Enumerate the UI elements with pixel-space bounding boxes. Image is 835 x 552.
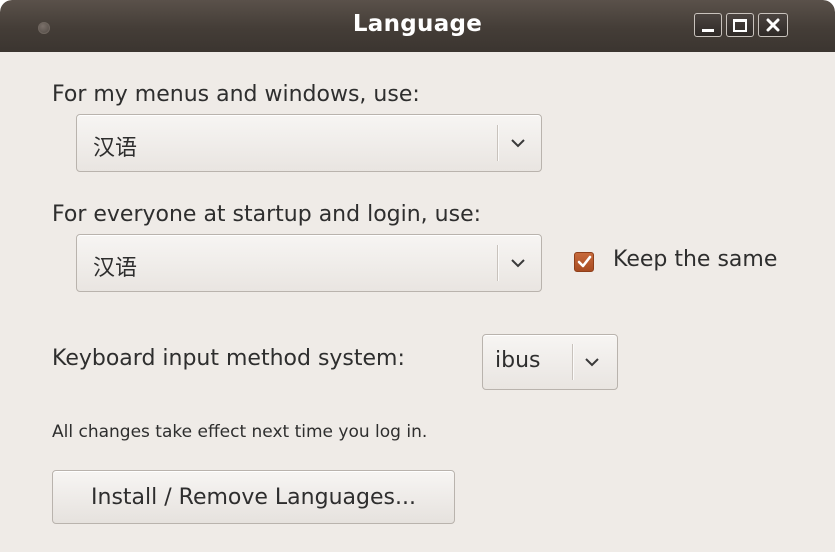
close-button[interactable] (758, 13, 788, 37)
startup-language-combo[interactable]: 汉语 (76, 234, 542, 292)
maximize-icon (733, 18, 747, 32)
chevron-down-icon (511, 139, 525, 148)
startup-language-label: For everyone at startup and login, use: (52, 202, 482, 227)
chevron-down-icon (511, 259, 525, 268)
install-remove-languages-button[interactable]: Install / Remove Languages... (52, 470, 455, 524)
close-icon (766, 18, 780, 32)
menus-language-value: 汉语 (93, 136, 138, 161)
minimize-icon (702, 28, 714, 32)
input-method-label: Keyboard input method system: (52, 346, 405, 371)
menus-language-combo[interactable]: 汉语 (76, 114, 542, 172)
keep-same-label[interactable]: Keep the same (613, 247, 777, 272)
title-bar[interactable]: Language (0, 0, 835, 52)
keep-same-checkbox[interactable] (574, 252, 594, 272)
combo-separator (572, 344, 573, 380)
combo-separator (497, 125, 498, 161)
input-method-value: ibus (495, 348, 541, 373)
combo-separator (497, 245, 498, 281)
checkmark-icon (577, 255, 592, 268)
chevron-down-icon (585, 358, 599, 367)
maximize-button[interactable] (726, 13, 754, 37)
menus-language-label: For my menus and windows, use: (52, 82, 420, 107)
language-window: Language For my menus and windows, use: … (0, 0, 835, 552)
restart-note: All changes take effect next time you lo… (52, 422, 428, 442)
input-method-combo[interactable]: ibus (482, 334, 618, 390)
minimize-button[interactable] (694, 13, 722, 37)
startup-language-value: 汉语 (93, 256, 138, 281)
